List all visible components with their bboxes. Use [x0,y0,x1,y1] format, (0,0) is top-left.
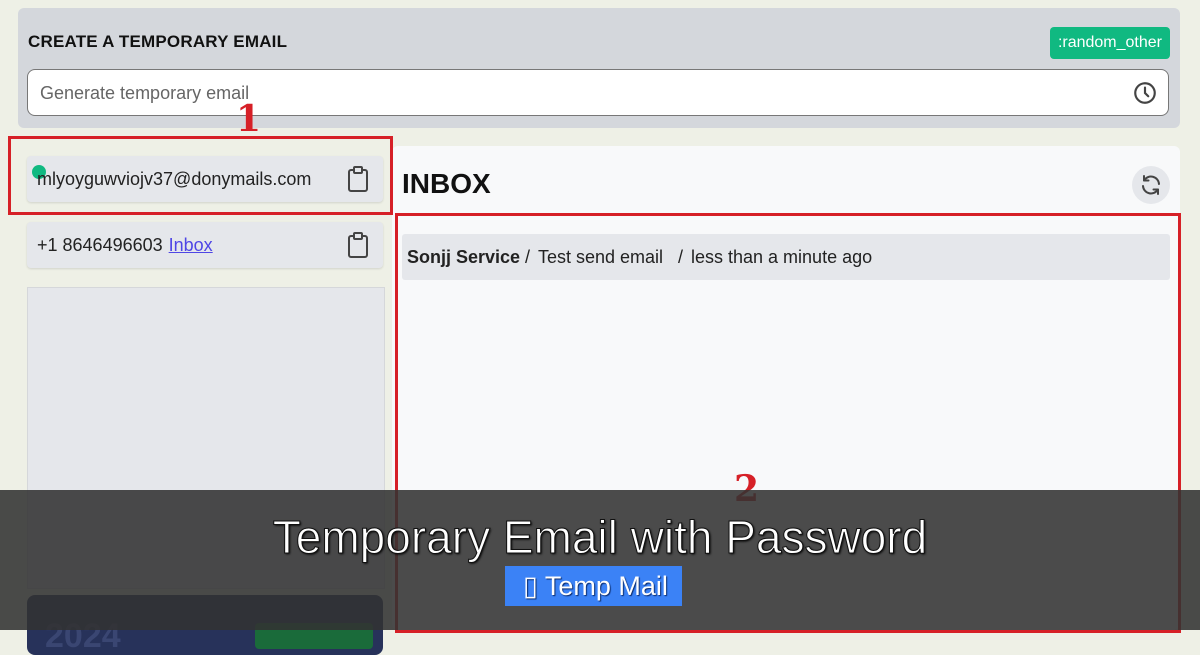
refresh-icon [1142,175,1160,195]
generate-email-input[interactable] [38,70,1122,117]
random-other-button[interactable]: :random_other [1049,27,1170,59]
phone-inbox-link[interactable]: Inbox [169,235,213,255]
clipboard-icon[interactable] [347,232,369,258]
overlay-tag-label: Temp Mail [544,571,668,601]
phone-number: +1 8646496603 [37,235,163,255]
overlay-title: Temporary Email with Password [272,511,928,564]
phone-number-line: +1 8646496603 Inbox [37,235,213,256]
callout-number-1: 1 [236,98,262,140]
overlay-tag: ▯ Temp Mail [505,566,682,606]
email-input-wrapper [27,69,1169,117]
title-overlay: Temporary Email with Password ▯ Temp Mai… [0,490,1200,630]
create-email-card: CREATE A TEMPORARY EMAIL :random_other [18,8,1180,128]
history-icon[interactable] [1132,80,1158,106]
header-title: CREATE A TEMPORARY EMAIL [28,32,288,51]
phone-number-card: +1 8646496603 Inbox [27,222,383,268]
callout-box-1 [8,136,393,215]
inbox-title: INBOX [402,168,491,199]
tag-icon: ▯ [523,571,538,601]
refresh-button[interactable] [1132,166,1170,204]
